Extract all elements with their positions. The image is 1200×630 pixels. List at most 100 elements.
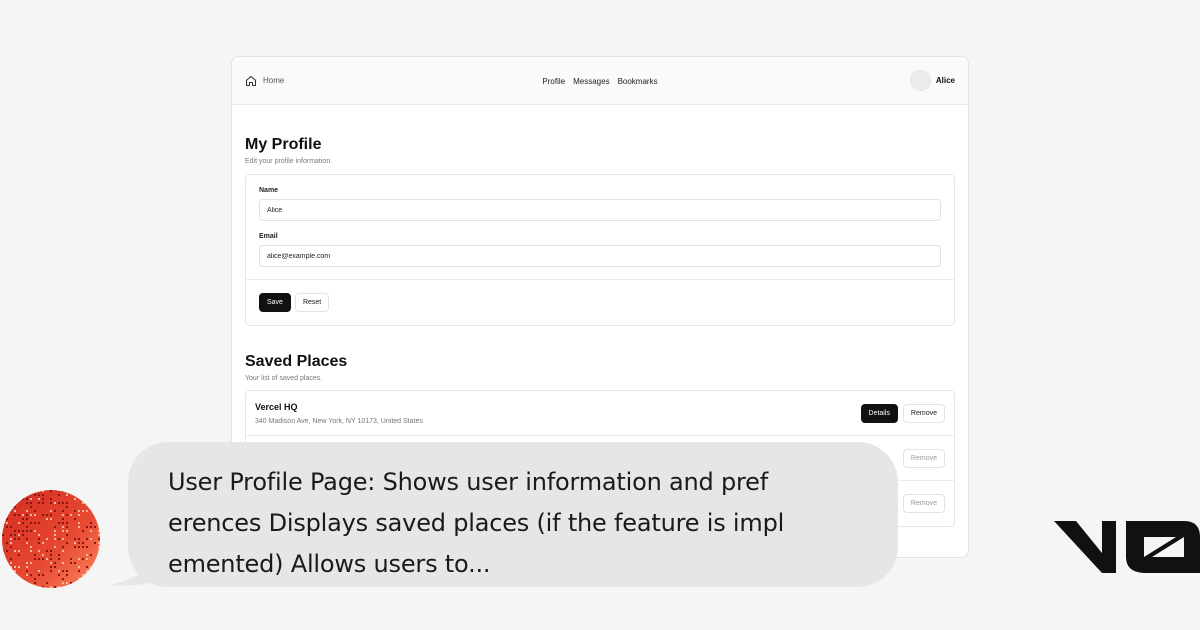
avatar-pixel — [78, 570, 80, 572]
user-menu[interactable]: Alice — [909, 70, 955, 91]
reset-button[interactable]: Reset — [294, 293, 330, 312]
avatar-pixel — [26, 518, 28, 520]
avatar-pixel — [26, 526, 28, 528]
remove-button[interactable]: Remove — [902, 403, 945, 423]
avatar-pixel — [70, 514, 72, 516]
avatar-pixel — [6, 526, 8, 528]
nav-link-messages[interactable]: Messages — [573, 77, 609, 86]
name-field[interactable] — [259, 199, 941, 221]
avatar-pixel — [22, 514, 24, 516]
avatar-pixel — [82, 498, 84, 500]
avatar-pixel — [78, 514, 80, 516]
avatar-pixel — [98, 562, 100, 564]
avatar-pixel — [10, 490, 12, 492]
avatar-pixel — [98, 586, 100, 588]
email-label: Email — [259, 233, 278, 240]
remove-button[interactable]: Remove — [902, 494, 945, 513]
avatar-pixel — [98, 534, 100, 536]
avatar-pixel — [86, 554, 88, 556]
avatar-pixel — [42, 558, 44, 560]
avatar-pixel — [14, 534, 16, 536]
avatar-pixel — [66, 574, 68, 576]
avatar-pixel — [2, 534, 4, 536]
form-actions: Save Reset — [246, 279, 954, 325]
avatar-pixel — [90, 574, 92, 576]
avatar-pixel — [30, 562, 32, 564]
avatar-pixel — [66, 542, 68, 544]
details-button[interactable]: Details — [860, 403, 898, 423]
avatar-pixel — [54, 538, 56, 540]
avatar-pixel — [70, 582, 72, 584]
avatar-pixel — [90, 538, 92, 540]
avatar-pixel — [30, 546, 32, 548]
avatar-pixel — [38, 502, 40, 504]
avatar-pixel — [90, 582, 92, 584]
email-field[interactable] — [259, 245, 941, 267]
avatar-pixel — [66, 570, 68, 572]
avatar-pixel — [50, 502, 52, 504]
name-label: Name — [259, 187, 279, 194]
avatar-pixel — [26, 530, 28, 532]
avatar-pixel — [34, 578, 36, 580]
avatar-pixel — [54, 546, 56, 548]
avatar-pixel — [6, 514, 8, 516]
avatar-pixel — [6, 578, 8, 580]
avatar-pixel — [82, 558, 84, 560]
avatar-pixel — [82, 490, 84, 492]
home-label: Home — [263, 76, 285, 85]
avatar-pixel — [6, 542, 8, 544]
avatar-pixel — [66, 494, 68, 496]
avatar-pixel — [70, 558, 72, 560]
avatar-pixel — [98, 538, 100, 540]
avatar-pixel — [42, 502, 44, 504]
avatar-pixel — [46, 550, 48, 552]
avatar-pixel — [62, 526, 64, 528]
save-button[interactable]: Save — [259, 293, 291, 312]
avatar-pixel — [98, 542, 100, 544]
avatar-pixel — [62, 550, 64, 552]
avatar-pixel — [2, 518, 4, 520]
place-info: Vercel HQ 340 Madison Ave, New York, NY … — [255, 402, 423, 425]
bubble-line: erences Displays saved places (if the fe… — [168, 509, 785, 537]
avatar-pixel — [10, 546, 12, 548]
avatar-pixel — [6, 502, 8, 504]
remove-button[interactable]: Remove — [902, 448, 945, 468]
avatar-pixel — [18, 534, 20, 536]
avatar-pixel — [62, 510, 64, 512]
avatar-pixel — [6, 550, 8, 552]
avatar-pixel — [94, 490, 96, 492]
avatar-pixel — [62, 514, 64, 516]
avatar-pixel — [82, 510, 84, 512]
avatar-pixel — [10, 542, 12, 544]
avatar-pixel — [66, 506, 68, 508]
v0-logo — [1054, 521, 1200, 573]
avatar-pixel — [30, 514, 32, 516]
avatar-pixel — [58, 574, 60, 576]
avatar-pixel — [38, 498, 40, 500]
avatar-pixel — [82, 546, 84, 548]
home-icon — [246, 75, 256, 86]
avatar-pixel — [6, 494, 8, 496]
avatar-pixel — [70, 562, 72, 564]
avatar-pixel — [62, 518, 64, 520]
avatar-pixel — [2, 550, 4, 552]
avatar-pixel — [90, 554, 92, 556]
avatar-pixel — [22, 522, 24, 524]
avatar-pixel — [86, 570, 88, 572]
avatar-pixel — [38, 558, 40, 560]
avatar-pixel — [78, 526, 80, 528]
avatar-pixel — [78, 558, 80, 560]
avatar-pixel — [30, 530, 32, 532]
place-address: 340 Madison Ave, New York, NY 10173, Uni… — [255, 417, 423, 425]
avatar-pixel — [26, 514, 28, 516]
avatar-pixel — [2, 490, 4, 492]
nav-link-bookmarks[interactable]: Bookmarks — [618, 77, 658, 86]
avatar-pixel — [98, 490, 100, 492]
nav-link-profile[interactable]: Profile — [542, 77, 565, 86]
home-link[interactable]: Home — [245, 75, 284, 87]
avatar-pixel — [18, 494, 20, 496]
avatar-pixel — [34, 510, 36, 512]
avatar-pixel — [62, 530, 64, 532]
avatar-pixel — [54, 530, 56, 532]
avatar-pixel — [34, 582, 36, 584]
